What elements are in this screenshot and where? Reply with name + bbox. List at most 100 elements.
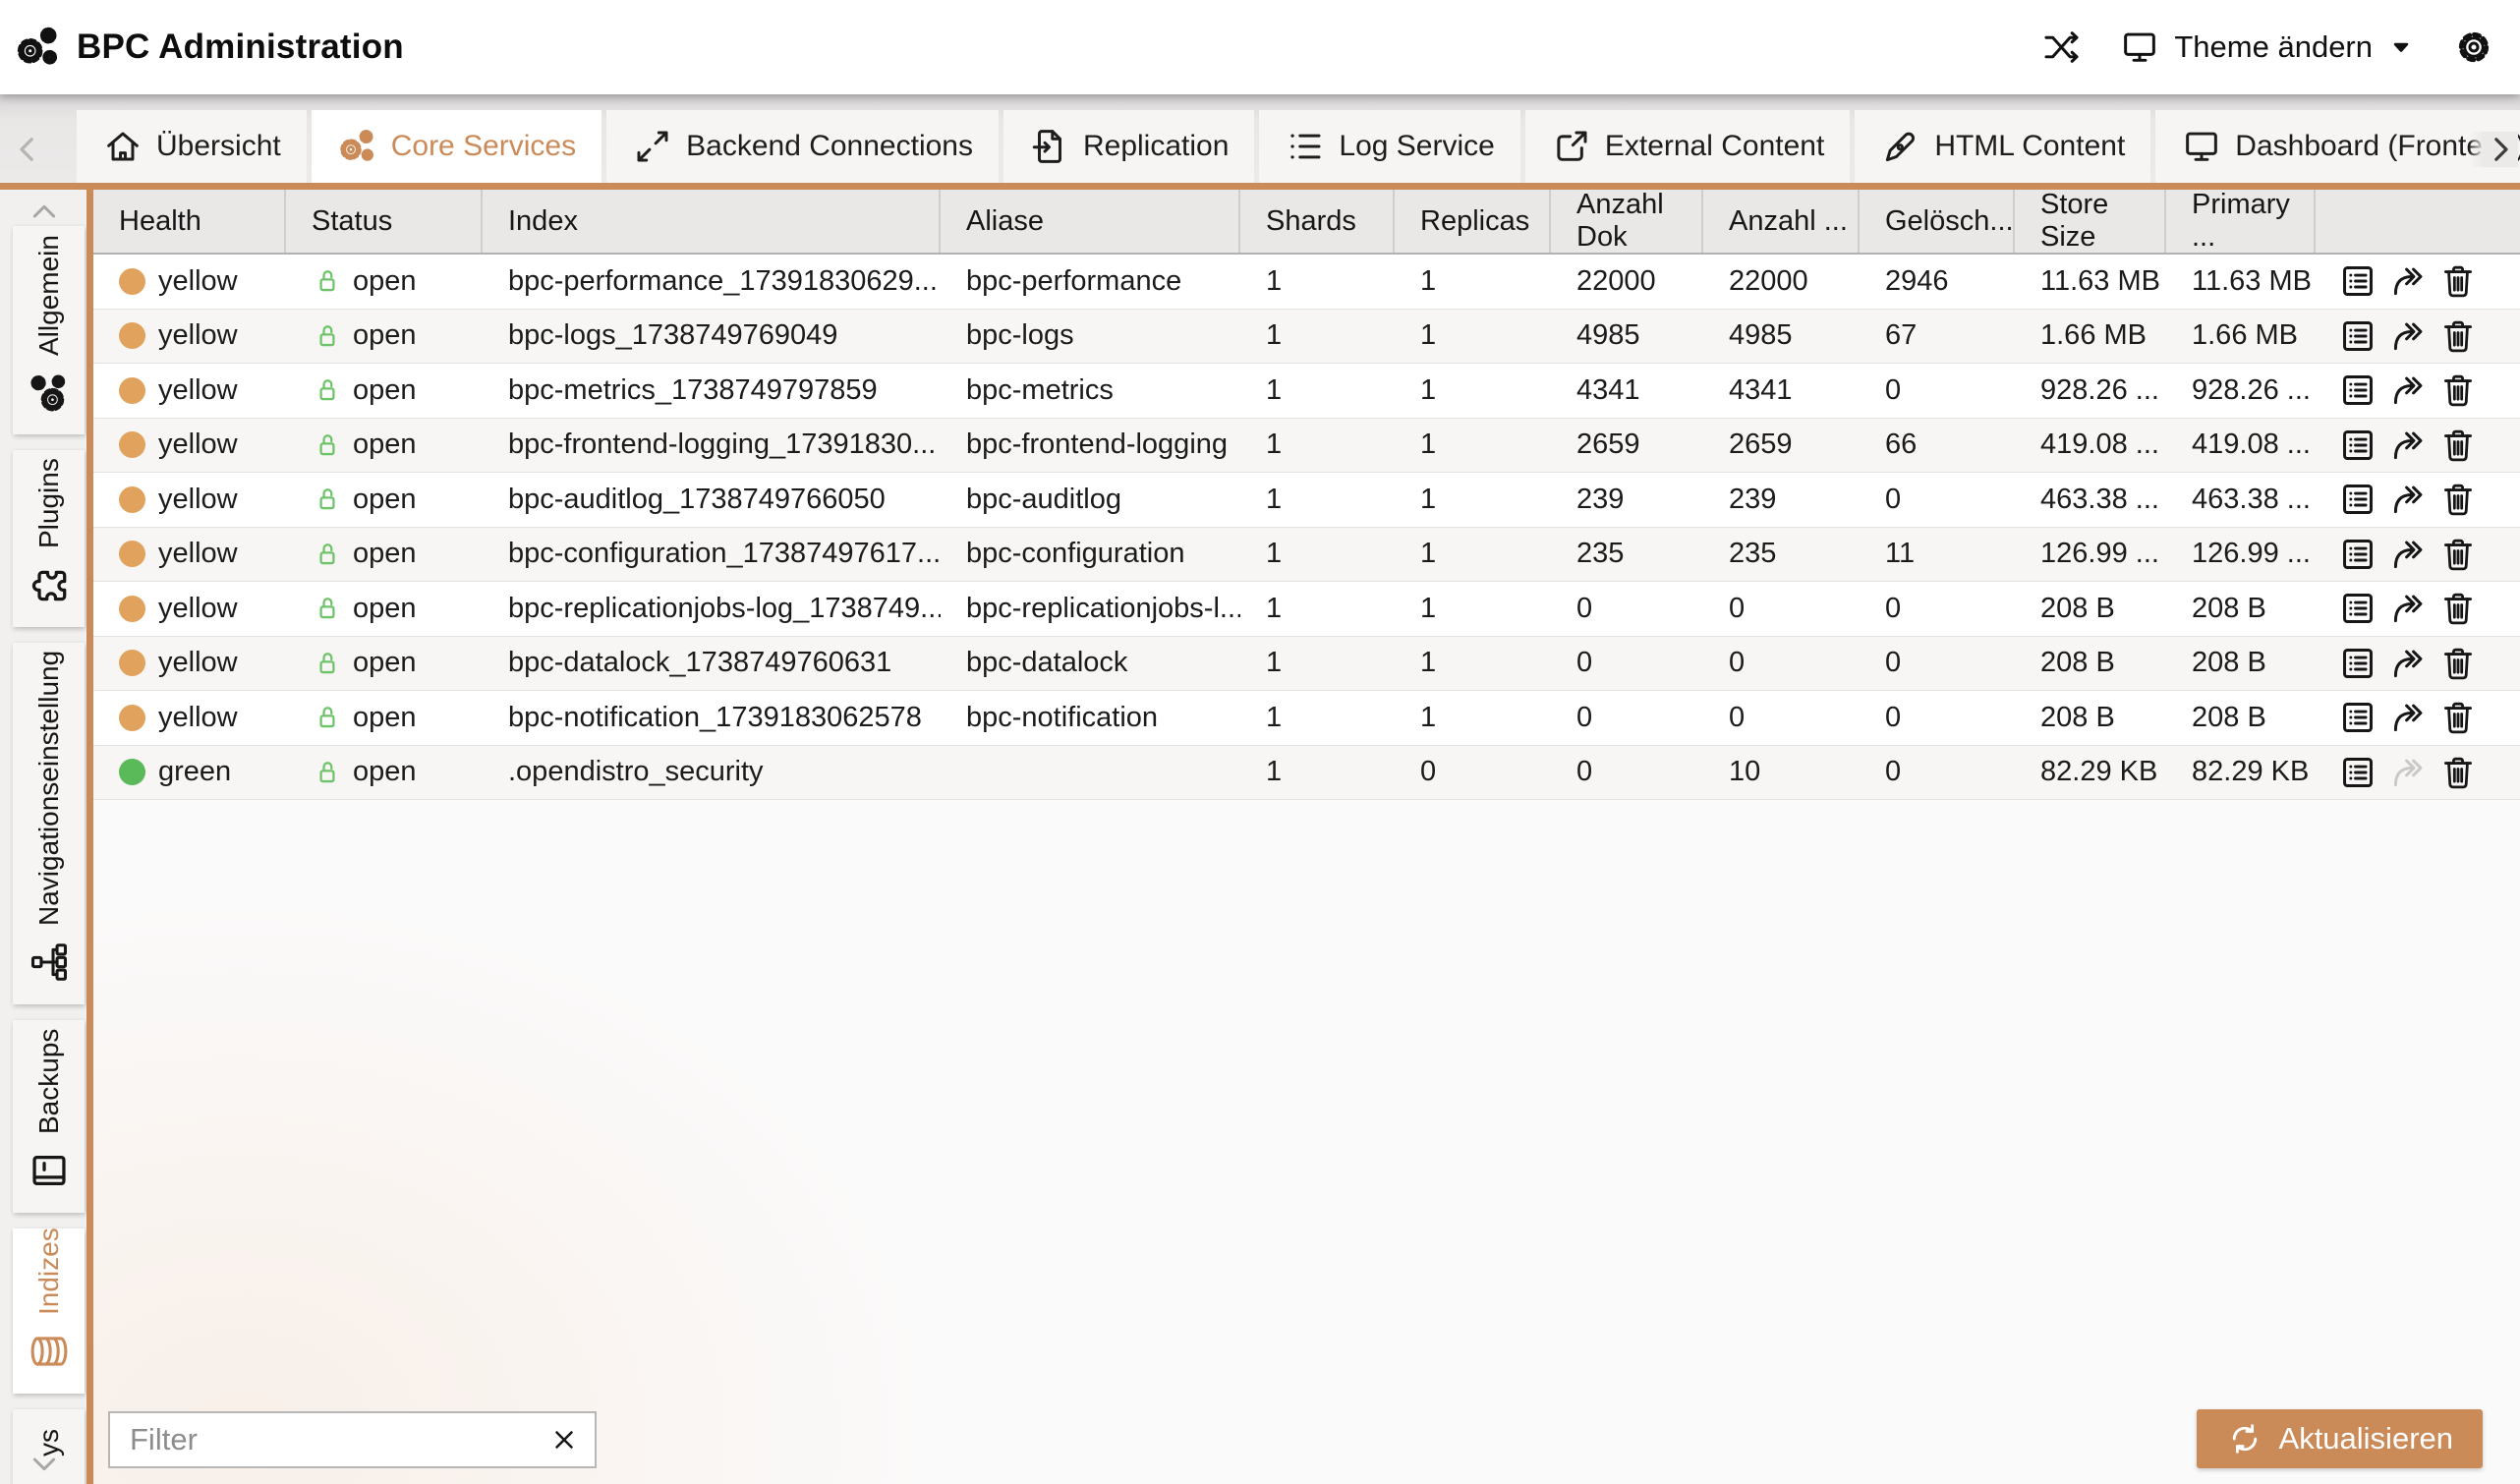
row-details-button[interactable] — [2337, 643, 2378, 684]
primary-size-cell: 208 B — [2166, 582, 2316, 636]
tab-html-content[interactable]: HTML Content — [1855, 110, 2150, 183]
row-details-button[interactable] — [2337, 588, 2378, 629]
sidebar-item-indizes[interactable]: Indizes — [13, 1228, 85, 1394]
row-details-button[interactable] — [2337, 697, 2378, 738]
row-delete-button[interactable] — [2437, 260, 2479, 302]
row-delete-button[interactable] — [2437, 752, 2479, 793]
row-delete-button[interactable] — [2437, 315, 2479, 357]
sidebar-item-label: Plugins — [33, 458, 65, 548]
health-cell: yellow — [93, 364, 286, 418]
filter-input[interactable] — [110, 1413, 545, 1466]
tab-replication[interactable]: Replication — [1003, 110, 1254, 183]
column-header-anzahl-dok[interactable]: Anzahl Dok — [1551, 190, 1703, 253]
row-delete-button[interactable] — [2437, 643, 2479, 684]
store-size-cell: 208 B — [2015, 691, 2166, 745]
sidebar-scroll-up-button[interactable] — [14, 196, 75, 229]
health-label: yellow — [158, 374, 238, 407]
row-delete-button[interactable] — [2437, 479, 2479, 520]
row-delete-button[interactable] — [2437, 697, 2479, 738]
column-header-primary[interactable]: Primary ... — [2166, 190, 2316, 253]
row-delete-button[interactable] — [2437, 425, 2479, 466]
primary-size-cell: 82.29 KB — [2166, 746, 2316, 800]
row-details-button[interactable] — [2337, 315, 2378, 357]
shuffle-button[interactable] — [2040, 27, 2082, 68]
column-header-anzahl[interactable]: Anzahl ... — [1703, 190, 1860, 253]
store-size-cell: 11.63 MB — [2015, 255, 2166, 309]
sidebar-item-plugins[interactable]: Plugins — [13, 450, 85, 627]
status-label: open — [353, 265, 417, 298]
health-label: yellow — [158, 538, 238, 570]
row-delete-button[interactable] — [2437, 370, 2479, 411]
row-delete-button[interactable] — [2437, 534, 2479, 575]
settings-button[interactable] — [2453, 27, 2494, 68]
row-share-button[interactable] — [2387, 315, 2429, 357]
sidebar-item-allgemein[interactable]: Allgemein — [13, 226, 85, 434]
status-label: open — [353, 428, 417, 461]
primary-size-cell: 11.63 MB — [2166, 255, 2316, 309]
row-share-button[interactable] — [2387, 534, 2429, 575]
row-share-button[interactable] — [2387, 425, 2429, 466]
tab-backend-connections[interactable]: Backend Connections — [606, 110, 999, 183]
row-share-button[interactable] — [2387, 697, 2429, 738]
doc-count-cell: 239 — [1551, 473, 1703, 527]
doc-count2-cell: 0 — [1703, 691, 1860, 745]
column-header-gelösch[interactable]: Gelösch... — [1860, 190, 2015, 253]
column-header-store-size[interactable]: Store Size — [2015, 190, 2166, 253]
health-cell: green — [93, 746, 286, 800]
app-window: BPC Administration Theme ändern Übersich… — [0, 0, 2520, 1484]
tab-übersicht[interactable]: Übersicht — [77, 110, 307, 183]
health-dot — [119, 705, 145, 731]
alias-cell: bpc-auditlog — [941, 473, 1240, 527]
row-details-button[interactable] — [2337, 479, 2378, 520]
column-header-index[interactable]: Index — [483, 190, 941, 253]
row-share-button[interactable] — [2387, 643, 2429, 684]
row-details-button[interactable] — [2337, 752, 2378, 793]
tab-core-services[interactable]: Core Services — [312, 110, 601, 183]
row-share-button[interactable] — [2387, 588, 2429, 629]
tab-dashboard-frontend[interactable]: Dashboard (Frontend) — [2155, 110, 2520, 183]
tab-external-content[interactable]: External Content — [1525, 110, 1850, 183]
row-details-button[interactable] — [2337, 260, 2378, 302]
sidebar-item-backups[interactable]: Backups — [13, 1020, 85, 1213]
column-header-status[interactable]: Status — [286, 190, 483, 253]
status-cell: open — [286, 419, 483, 473]
column-header-aliase[interactable]: Aliase — [941, 190, 1240, 253]
tab-log-service[interactable]: Log Service — [1259, 110, 1519, 183]
row-delete-button[interactable] — [2437, 588, 2479, 629]
row-details-button[interactable] — [2337, 425, 2378, 466]
deleted-cell: 11 — [1860, 528, 2015, 582]
row-share-button[interactable] — [2387, 370, 2429, 411]
refresh-button[interactable]: Aktualisieren — [2197, 1409, 2483, 1468]
column-header-health[interactable]: Health — [93, 190, 286, 253]
table-row: yellow open bpc-performance_17391830629.… — [93, 255, 2520, 310]
replicas-cell: 1 — [1395, 364, 1551, 418]
doc-count2-cell: 4341 — [1703, 364, 1860, 418]
column-header-shards[interactable]: Shards — [1240, 190, 1395, 253]
database-icon — [27, 1329, 72, 1374]
shards-cell: 1 — [1240, 528, 1395, 582]
tabs-scroll-right-button[interactable] — [2469, 132, 2518, 167]
lock-open-icon — [312, 265, 343, 297]
row-details-button[interactable] — [2337, 370, 2378, 411]
shards-cell: 1 — [1240, 419, 1395, 473]
theme-switcher[interactable]: Theme ändern — [2119, 27, 2416, 68]
sidebar-item-navigationseinstellung[interactable]: Navigationseinstellung — [13, 643, 85, 1004]
store-size-cell: 928.26 ... — [2015, 364, 2166, 418]
row-share-button[interactable] — [2387, 479, 2429, 520]
row-share-button[interactable] — [2387, 260, 2429, 302]
accent-divider — [0, 183, 2520, 190]
column-header-replicas[interactable]: Replicas — [1395, 190, 1551, 253]
table-row: green open .opendistro_security 1 0 0 10… — [93, 746, 2520, 801]
tabs-scroll-left-button[interactable] — [10, 132, 45, 167]
row-details-button[interactable] — [2337, 534, 2378, 575]
tab-strip: Übersicht Core Services Backend Connecti… — [0, 94, 2520, 183]
deleted-cell: 0 — [1860, 691, 2015, 745]
list-icon — [1285, 126, 1326, 167]
tab-label: Backend Connections — [686, 130, 973, 163]
replicas-cell: 1 — [1395, 582, 1551, 636]
replicas-cell: 1 — [1395, 310, 1551, 364]
filter-clear-button[interactable] — [545, 1425, 595, 1455]
lock-open-icon — [312, 593, 343, 624]
tab-label: Replication — [1083, 130, 1229, 163]
sidebar-scroll-down-button[interactable] — [14, 1447, 75, 1480]
